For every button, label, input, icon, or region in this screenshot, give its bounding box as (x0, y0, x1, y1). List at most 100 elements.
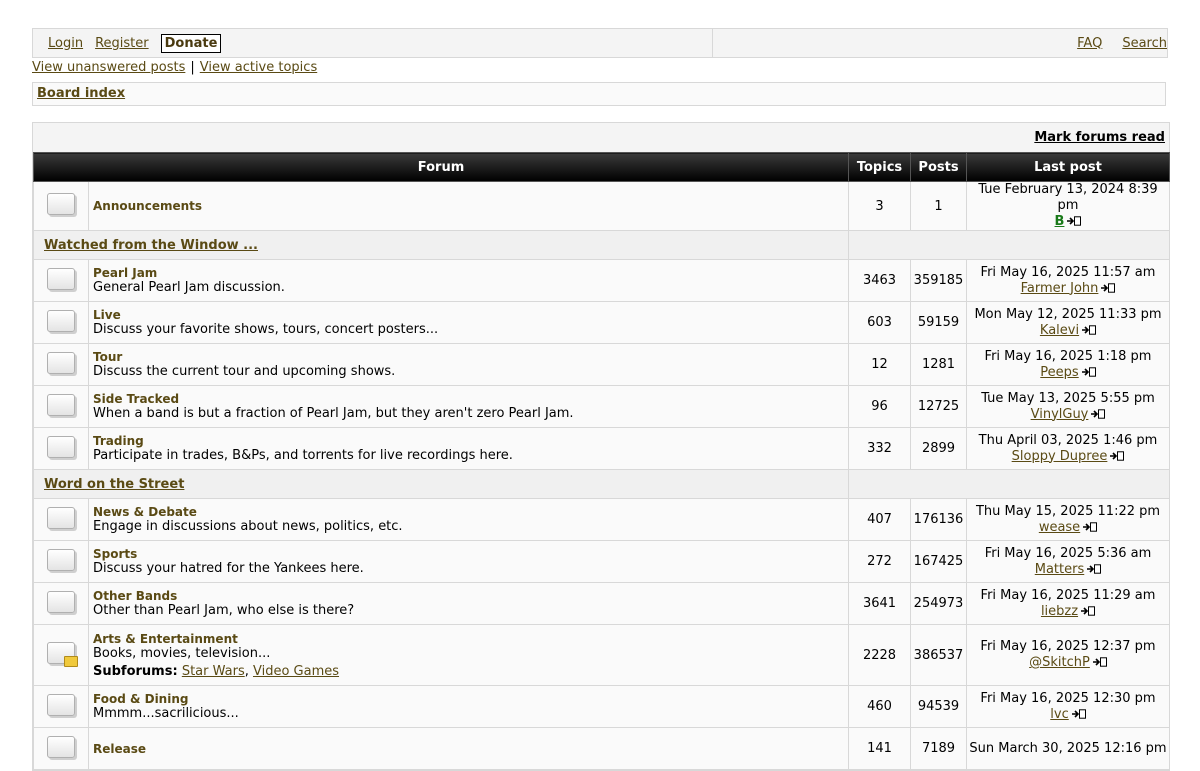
last-post-user-link[interactable]: Matters (1035, 562, 1085, 577)
view-latest-post-icon[interactable] (1092, 657, 1107, 667)
mark-forums-read-link[interactable]: Mark forums read (1034, 130, 1165, 145)
view-latest-post-icon[interactable] (1082, 324, 1097, 335)
last-post-date: Fri May 16, 2025 12:30 pm (980, 690, 1156, 706)
forum-description: Mmmm...sacrilicious... (93, 706, 239, 721)
subforum-link[interactable]: Video Games (253, 664, 339, 679)
forum-name-link[interactable]: Arts & Entertainment (93, 632, 844, 646)
forum-read-icon (47, 267, 75, 290)
last-post-date: Thu May 15, 2025 11:22 pm (975, 503, 1161, 519)
forum-name-link[interactable]: Pearl Jam (93, 266, 844, 280)
forum-last-post: Mon May 12, 2025 11:33 pm Kalevi (966, 301, 1170, 344)
forum-topics: 332 (848, 427, 911, 470)
forum-name-link[interactable]: Announcements (93, 199, 844, 213)
last-post-date: Tue February 13, 2024 8:39 pm (978, 182, 1158, 213)
board-index-link[interactable]: Board index (37, 86, 125, 101)
forum-description: Participate in trades, B&Ps, and torrent… (93, 448, 513, 463)
quick-links-separator: | (190, 60, 195, 75)
view-latest-post-icon[interactable] (1101, 282, 1116, 293)
last-post-user-link[interactable]: Sloppy Dupree (1012, 449, 1108, 464)
last-post-user-link[interactable]: wease (1039, 520, 1080, 535)
view-latest-post-icon[interactable] (1087, 563, 1102, 574)
forum-icon-cell (33, 181, 89, 231)
last-post-user-link[interactable]: liebzz (1041, 604, 1078, 619)
forum-icon-cell (33, 343, 89, 386)
topics-column-header: Topics (848, 152, 911, 182)
view-latest-post-icon[interactable] (1081, 605, 1096, 616)
unanswered-posts-link[interactable]: View unanswered posts (32, 60, 185, 75)
top-nav-bar: Login Register Donate FAQ Search (32, 28, 1168, 58)
forum-posts: 7189 (910, 727, 967, 770)
last-post-user-link[interactable]: @SkitchP (1029, 655, 1090, 670)
view-latest-post-icon[interactable] (1091, 408, 1106, 419)
forum-posts: 254973 (910, 582, 967, 625)
forum-description: General Pearl Jam discussion. (93, 280, 285, 295)
forum-name-link[interactable]: Other Bands (93, 589, 844, 603)
forum-topics: 407 (848, 498, 911, 541)
category-header: Watched from the Window ... (33, 230, 849, 260)
active-topics-link[interactable]: View active topics (200, 60, 317, 75)
forum-with-subforums-icon (47, 642, 78, 667)
last-post-user-link[interactable]: Farmer John (1021, 281, 1099, 296)
forum-name-link[interactable]: Food & Dining (93, 692, 844, 706)
forum-name-link[interactable]: Tour (93, 350, 844, 364)
register-link[interactable]: Register (95, 36, 149, 51)
forum-table: Forum Topics Posts Last post Announcemen… (33, 152, 1170, 770)
last-post-column-header: Last post (966, 152, 1170, 182)
forum-icon-cell (33, 685, 89, 728)
view-latest-post-icon[interactable] (1110, 450, 1125, 461)
donate-button[interactable]: Donate (160, 33, 222, 53)
forum-description: Books, movies, television... (93, 645, 271, 661)
subforums-label: Subforums: (93, 663, 178, 679)
last-post-user-link[interactable]: B (1055, 214, 1065, 229)
forum-info: Tour Discuss the current tour and upcomin… (88, 343, 849, 386)
category-link[interactable]: Watched from the Window ... (44, 238, 258, 253)
last-post-date: Fri May 16, 2025 5:36 am (984, 545, 1152, 561)
forum-last-post: Fri May 16, 2025 12:37 pm @SkitchP (966, 624, 1170, 686)
subforums-list: Subforums: Star Wars, Video Games (93, 663, 340, 679)
forum-info: Sports Discuss your hatred for the Yankee… (88, 540, 849, 583)
forum-name-link[interactable]: Side Tracked (93, 392, 844, 406)
forum-row: Tour Discuss the current tour and upcomin… (33, 343, 1170, 386)
subforum-link[interactable]: Star Wars (182, 664, 245, 679)
forum-posts: 12725 (910, 385, 967, 428)
forum-last-post: Fri May 16, 2025 5:36 am Matters (966, 540, 1170, 583)
category-spacer (848, 230, 1170, 260)
category-header: Word on the Street (33, 469, 849, 499)
last-post-user-link[interactable]: Peeps (1040, 365, 1078, 380)
forum-description: Engage in discussions about news, politi… (93, 519, 403, 534)
forum-name-link[interactable]: Release (93, 742, 844, 756)
forum-row: Live Discuss your favorite shows, tours, … (33, 301, 1170, 344)
forum-name-link[interactable]: Live (93, 308, 844, 322)
login-link[interactable]: Login (48, 36, 83, 51)
last-post-user-link[interactable]: VinylGuy (1031, 407, 1089, 422)
forum-info: Arts & Entertainment Books, movies, telev… (88, 624, 849, 686)
view-latest-post-icon[interactable] (1081, 366, 1096, 377)
forum-column-header: Forum (33, 152, 849, 182)
posts-column-header: Posts (910, 152, 967, 182)
forum-last-post: Tue May 13, 2025 5:55 pm VinylGuy (966, 385, 1170, 428)
mark-read-row: Mark forums read (33, 123, 1169, 152)
forum-description: Discuss your hatred for the Yankees here… (93, 561, 364, 576)
breadcrumb: Board index (32, 82, 1166, 106)
quick-links: View unanswered posts | View active topics (32, 60, 317, 75)
view-latest-post-icon[interactable] (1083, 521, 1098, 532)
view-latest-post-icon[interactable] (1067, 216, 1082, 226)
forum-read-icon (47, 309, 75, 332)
last-post-user-link[interactable]: Kalevi (1040, 323, 1079, 338)
forum-icon-cell (33, 498, 89, 541)
category-row: Word on the Street (33, 469, 1170, 499)
forum-read-icon (47, 693, 75, 716)
forum-last-post: Fri May 16, 2025 11:57 am Farmer John (966, 259, 1170, 302)
last-post-user-link[interactable]: lvc (1050, 707, 1068, 722)
forum-topics: 12 (848, 343, 911, 386)
view-latest-post-icon[interactable] (1071, 708, 1086, 719)
forum-info: Release (88, 727, 849, 770)
forum-name-link[interactable]: Sports (93, 547, 844, 561)
search-link[interactable]: Search (1122, 36, 1167, 51)
faq-link[interactable]: FAQ (1077, 36, 1102, 51)
forum-posts: 386537 (910, 624, 967, 686)
forum-name-link[interactable]: Trading (93, 434, 844, 448)
forum-name-link[interactable]: News & Debate (93, 505, 844, 519)
forum-posts: 359185 (910, 259, 967, 302)
category-link[interactable]: Word on the Street (44, 477, 184, 492)
